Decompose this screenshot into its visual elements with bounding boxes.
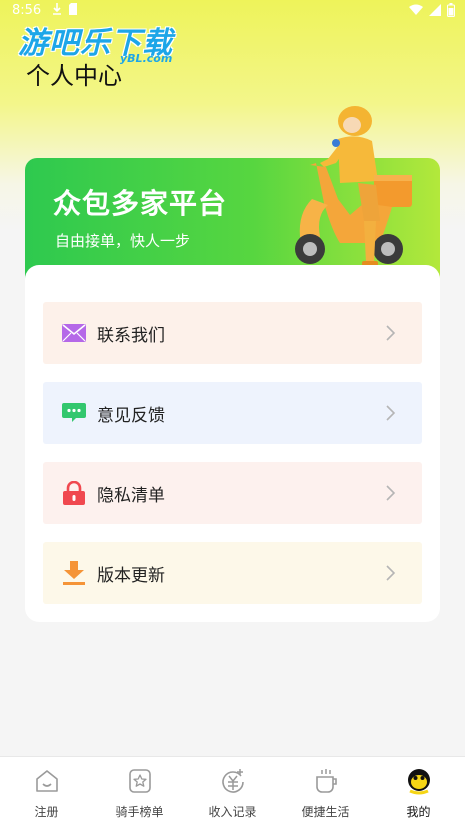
page-title: 个人中心 [26, 62, 122, 90]
menu-item-privacy-list[interactable]: 隐私清单 [43, 462, 422, 524]
tab-label: 我的 [406, 805, 431, 819]
menu-item-feedback[interactable]: 意见反馈 [43, 382, 422, 444]
chevron-right-icon [386, 565, 396, 581]
menu-card: 联系我们 意见反馈 隐私清单 版本更新 [25, 265, 440, 622]
tab-label: 便捷生活 [301, 805, 350, 819]
tab-mine[interactable]: 我的 [372, 757, 465, 826]
status-time: 8:56 [12, 3, 42, 18]
tab-register[interactable]: 注册 [0, 757, 93, 826]
ranking-icon [128, 769, 151, 793]
menu-item-label: 意见反馈 [97, 405, 165, 426]
bottom-tab-bar: 注册 骑手榜单 收入记录 便捷生活 我的 [0, 756, 465, 826]
battery-icon [447, 3, 455, 17]
tab-rider-ranking[interactable]: 骑手榜单 [93, 757, 186, 826]
home-icon [35, 770, 58, 792]
mail-icon [61, 320, 87, 346]
sd-card-icon [69, 3, 77, 15]
wifi-icon [409, 4, 423, 15]
delivery-rider-illustration [295, 106, 412, 267]
menu-item-label: 版本更新 [97, 565, 165, 586]
status-notification-icons [52, 2, 78, 16]
download-notification-icon [53, 3, 61, 15]
tab-income-records[interactable]: 收入记录 [186, 757, 279, 826]
banner-subtitle: 自由接单，快人一步 [55, 232, 191, 250]
download-icon [61, 560, 87, 586]
chevron-right-icon [386, 325, 396, 341]
watermark-logo-sub: yBL.com [120, 52, 173, 65]
income-icon [221, 769, 244, 793]
chevron-right-icon [386, 485, 396, 501]
chevron-right-icon [386, 405, 396, 421]
status-system-icons [409, 3, 455, 17]
profile-icon [407, 769, 430, 795]
tab-label: 收入记录 [208, 805, 257, 819]
signal-icon [429, 4, 441, 16]
tab-label: 注册 [34, 805, 59, 819]
menu-item-label: 隐私清单 [97, 485, 165, 506]
chat-bubble-icon [61, 400, 87, 426]
menu-item-version-update[interactable]: 版本更新 [43, 542, 422, 604]
banner-title: 众包多家平台 [53, 187, 228, 220]
tab-label: 骑手榜单 [115, 805, 164, 819]
menu-item-contact-us[interactable]: 联系我们 [43, 302, 422, 364]
cup-icon [315, 769, 337, 793]
lock-icon [61, 480, 87, 506]
menu-item-label: 联系我们 [97, 325, 165, 346]
tab-convenient-life[interactable]: 便捷生活 [279, 757, 372, 826]
